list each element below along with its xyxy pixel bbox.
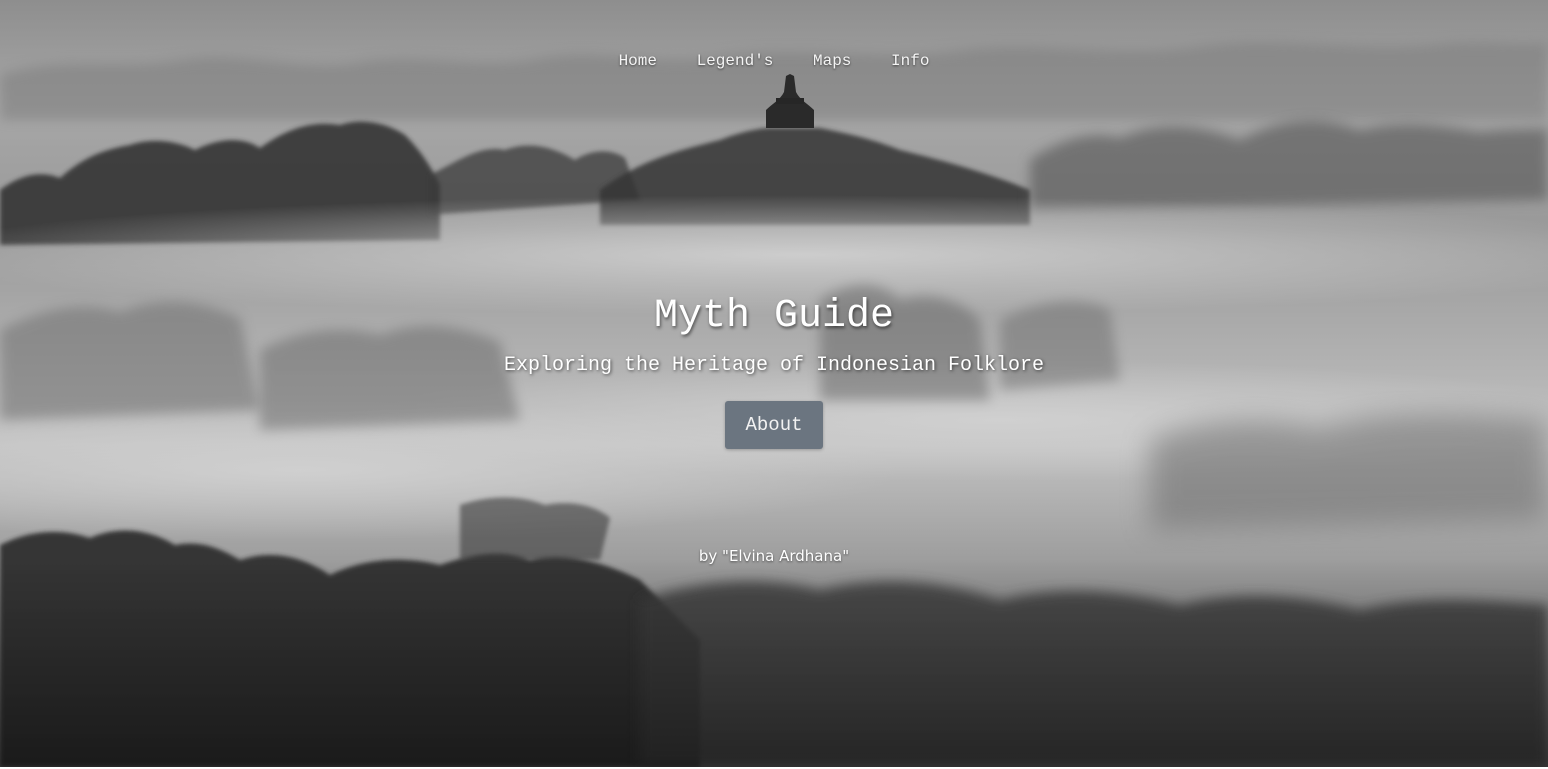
author-credit: by "Elvina Ardhana" bbox=[698, 547, 850, 565]
page-subtitle: Exploring the Heritage of Indonesian Fol… bbox=[503, 354, 1045, 377]
page-title: Myth Guide bbox=[653, 294, 895, 339]
main-nav: Home Legend's Maps Info bbox=[0, 52, 1548, 70]
nav-item-info[interactable]: Info bbox=[891, 52, 929, 70]
nav-item-legends[interactable]: Legend's bbox=[697, 52, 774, 70]
nav-item-maps[interactable]: Maps bbox=[813, 52, 851, 70]
hero-section: Home Legend's Maps Info Myth Guide Explo… bbox=[0, 0, 1548, 767]
nav-item-home[interactable]: Home bbox=[619, 52, 657, 70]
misty-forest-background-image bbox=[0, 42, 1548, 767]
about-button[interactable]: About bbox=[725, 401, 823, 449]
